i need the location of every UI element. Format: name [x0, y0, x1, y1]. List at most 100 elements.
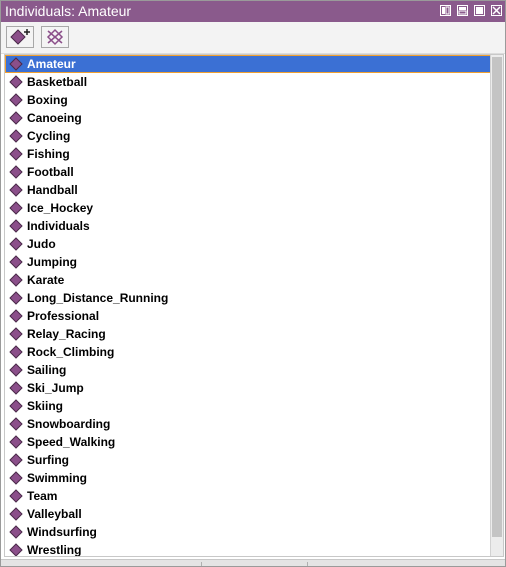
individual-icon [9, 435, 23, 449]
list-item[interactable]: Football [5, 163, 492, 181]
scrollbar-segment[interactable] [201, 562, 308, 566]
delete-individual-button[interactable] [41, 26, 69, 48]
list-item-label: Basketball [27, 75, 88, 89]
individual-icon [9, 165, 23, 179]
list-item-label: Professional [27, 309, 100, 323]
list-item[interactable]: Boxing [5, 91, 492, 109]
list-item[interactable]: Surfing [5, 451, 492, 469]
individual-icon [9, 75, 23, 89]
list-item-label: Snowboarding [27, 417, 111, 431]
list-item[interactable]: Relay_Racing [5, 325, 492, 343]
window-title: Individuals: Amateur [5, 3, 132, 19]
list-item-label: Skiing [27, 399, 64, 413]
list-item[interactable]: Sailing [5, 361, 492, 379]
list-item[interactable]: Valleyball [5, 505, 492, 523]
list-item-label: Surfing [27, 453, 69, 467]
list-item-label: Handball [27, 183, 78, 197]
list-item[interactable]: Skiing [5, 397, 492, 415]
individual-icon [9, 543, 23, 556]
list-item-label: Ski_Jump [27, 381, 84, 395]
list-item[interactable]: Fishing [5, 145, 492, 163]
list-item[interactable]: Swimming [5, 469, 492, 487]
individual-icon [9, 273, 23, 287]
list-item-label: Jumping [27, 255, 77, 269]
individual-icon [9, 381, 23, 395]
individual-icon [9, 453, 23, 467]
list-item-label: Rock_Climbing [27, 345, 115, 359]
individual-icon [9, 291, 23, 305]
individual-icon [9, 201, 23, 215]
individual-icon [9, 57, 23, 71]
add-individual-button[interactable] [6, 26, 34, 48]
list-item[interactable]: Professional [5, 307, 492, 325]
individual-icon [9, 507, 23, 521]
individual-icon [9, 129, 23, 143]
individual-icon [9, 93, 23, 107]
list-item-label: Ice_Hockey [27, 201, 94, 215]
list-item[interactable]: Handball [5, 181, 492, 199]
individual-icon [9, 327, 23, 341]
list-item[interactable]: Long_Distance_Running [5, 289, 492, 307]
individual-icon [9, 237, 23, 251]
list-item[interactable]: Speed_Walking [5, 433, 492, 451]
list-item[interactable]: Rock_Climbing [5, 343, 492, 361]
list-item-label: Valleyball [27, 507, 82, 521]
individual-icon [9, 255, 23, 269]
individual-icon [9, 363, 23, 377]
list-item[interactable]: Judo [5, 235, 492, 253]
list-item[interactable]: Karate [5, 271, 492, 289]
vertical-scrollbar[interactable] [490, 55, 503, 556]
window-controls [438, 5, 502, 18]
list-item[interactable]: Cycling [5, 127, 492, 145]
list-item[interactable]: Team [5, 487, 492, 505]
list-item[interactable]: Basketball [5, 73, 492, 91]
individuals-list[interactable]: Amateur Basketball Boxing Canoeing Cycling Fi… [4, 54, 504, 557]
list-item-label: Individuals [27, 219, 90, 233]
individual-icon [9, 525, 23, 539]
list-item-label: Amateur [27, 57, 76, 71]
individual-icon [9, 417, 23, 431]
individuals-list-items: Amateur Basketball Boxing Canoeing Cycling Fi… [5, 55, 492, 557]
list-item[interactable]: Ice_Hockey [5, 199, 492, 217]
list-item-label: Fishing [27, 147, 70, 161]
list-item-label: Long_Distance_Running [27, 291, 169, 305]
list-item[interactable]: Wrestling [5, 541, 492, 557]
list-item-label: Boxing [27, 93, 68, 107]
list-item[interactable]: Amateur [5, 55, 492, 73]
list-item-label: Cycling [27, 129, 71, 143]
individual-icon [9, 399, 23, 413]
list-item-label: Canoeing [27, 111, 82, 125]
list-item-label: Windsurfing [27, 525, 97, 539]
list-item-label: Swimming [27, 471, 88, 485]
individual-icon [9, 183, 23, 197]
maximize-icon[interactable] [474, 5, 486, 16]
individual-icon [9, 147, 23, 161]
list-item[interactable]: Snowboarding [5, 415, 492, 433]
individual-icon [9, 471, 23, 485]
split-view-icon[interactable] [440, 5, 452, 16]
list-item[interactable]: Individuals [5, 217, 492, 235]
horizontal-scrollbar[interactable] [1, 559, 505, 566]
list-item[interactable]: Ski_Jump [5, 379, 492, 397]
individuals-panel: Individuals: Amateur Amateur Basketball … [0, 0, 506, 567]
scrollbar-thumb[interactable] [492, 57, 502, 537]
minimize-icon[interactable] [457, 5, 469, 16]
individual-icon [9, 489, 23, 503]
close-icon[interactable] [491, 5, 502, 16]
individual-icon [9, 111, 23, 125]
list-item-label: Speed_Walking [27, 435, 116, 449]
list-item[interactable]: Canoeing [5, 109, 492, 127]
list-item-label: Team [27, 489, 58, 503]
toolbar [1, 22, 505, 54]
list-item-label: Football [27, 165, 74, 179]
add-individual-icon [10, 29, 30, 45]
individual-icon [9, 219, 23, 233]
list-item-label: Judo [27, 237, 56, 251]
list-item-label: Relay_Racing [27, 327, 106, 341]
list-item[interactable]: Windsurfing [5, 523, 492, 541]
delete-individual-icon [46, 28, 64, 46]
list-item[interactable]: Jumping [5, 253, 492, 271]
list-item-label: Wrestling [27, 543, 82, 557]
individual-icon [9, 345, 23, 359]
list-item-label: Sailing [27, 363, 67, 377]
